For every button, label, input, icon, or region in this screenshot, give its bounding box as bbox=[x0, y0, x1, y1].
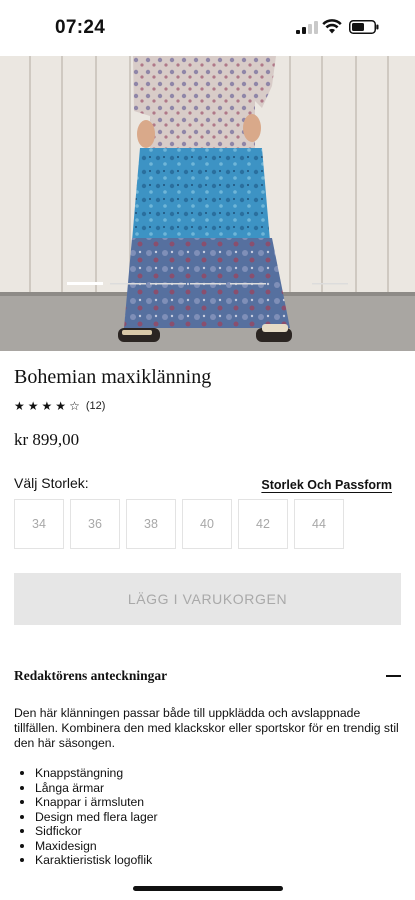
list-item: Maxidesign bbox=[14, 839, 158, 854]
product-image-carousel[interactable] bbox=[0, 56, 415, 351]
home-indicator[interactable] bbox=[133, 886, 283, 891]
bullet-icon bbox=[20, 800, 24, 805]
product-image bbox=[0, 56, 415, 351]
add-to-cart-button[interactable]: LÄGG I VARUKORGEN bbox=[14, 573, 401, 625]
status-time: 07:24 bbox=[55, 17, 106, 38]
product-description: Den här klänningen passar både till uppk… bbox=[14, 706, 399, 750]
product-price: kr 899,00 bbox=[14, 430, 80, 449]
star-filled-icon: ★ bbox=[14, 399, 25, 413]
bullet-icon bbox=[20, 814, 24, 819]
wifi-icon bbox=[322, 19, 342, 34]
product-title: Bohemian maxiklänning bbox=[14, 366, 212, 388]
size-option-34[interactable]: 34 bbox=[14, 499, 64, 549]
battery-icon bbox=[349, 20, 379, 34]
size-option-38[interactable]: 38 bbox=[126, 499, 176, 549]
size-option-44[interactable]: 44 bbox=[294, 499, 344, 549]
star-empty-icon: ☆ bbox=[69, 399, 80, 413]
list-item: Design med flera lager bbox=[14, 810, 158, 825]
size-option-40[interactable]: 40 bbox=[182, 499, 232, 549]
star-filled-icon: ★ bbox=[41, 399, 53, 413]
list-item: Långa ärmar bbox=[14, 781, 158, 796]
bullet-icon bbox=[20, 843, 24, 848]
product-rating[interactable]: ★ ★ ★ ★ ☆ (12) bbox=[14, 399, 105, 413]
list-item: Knappstängning bbox=[14, 766, 158, 781]
bullet-icon bbox=[20, 785, 24, 790]
bullet-icon bbox=[20, 858, 24, 863]
status-bar: 07:24 bbox=[0, 0, 415, 56]
list-item: Knappar i ärmsluten bbox=[14, 795, 158, 810]
size-guide-link[interactable]: Storlek Och Passform bbox=[261, 478, 392, 492]
star-filled-icon: ★ bbox=[55, 399, 67, 413]
cellular-signal-icon bbox=[296, 21, 318, 34]
bullet-icon bbox=[20, 829, 24, 834]
size-option-36[interactable]: 36 bbox=[70, 499, 120, 549]
list-item: Karaktieristisk logoflik bbox=[14, 853, 158, 868]
bullet-icon bbox=[20, 771, 24, 776]
review-count: (12) bbox=[85, 400, 106, 412]
star-filled-icon: ★ bbox=[27, 399, 39, 413]
list-item: Sidfickor bbox=[14, 824, 158, 839]
size-label: Välj Storlek: bbox=[14, 475, 89, 491]
size-option-42[interactable]: 42 bbox=[238, 499, 288, 549]
feature-list: Knappstängning Långa ärmar Knappar i ärm… bbox=[14, 766, 158, 868]
editor-notes-heading[interactable]: Redaktörens anteckningar bbox=[14, 668, 167, 684]
size-options: 34 36 38 40 42 44 bbox=[14, 499, 344, 549]
collapse-minus-icon[interactable] bbox=[386, 675, 401, 677]
